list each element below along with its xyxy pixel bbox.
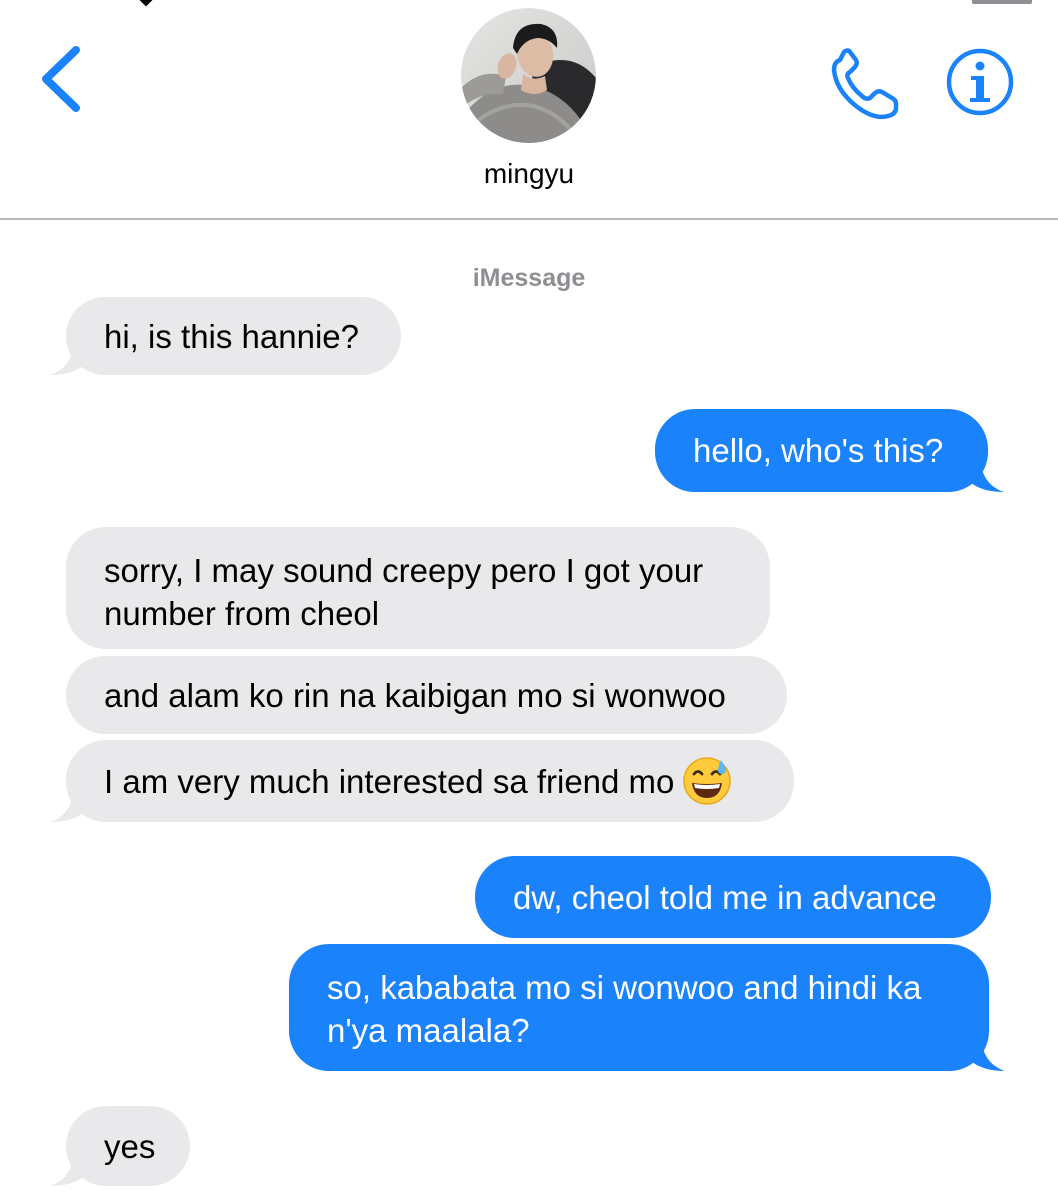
message-bubble-outgoing[interactable]: so, kababata mo si wonwoo and hindi ka n… bbox=[289, 944, 1005, 1071]
bubble-tail bbox=[50, 784, 90, 822]
service-label: iMessage bbox=[472, 264, 586, 292]
call-button[interactable] bbox=[824, 46, 902, 120]
bubble-tail bbox=[50, 337, 90, 375]
message-text: hello, who's this? bbox=[693, 432, 944, 469]
message-text: dw, cheol told me in advance bbox=[513, 879, 937, 916]
message-bubble-incoming[interactable]: yes bbox=[50, 1106, 190, 1186]
status-bar-fragment bbox=[137, 0, 155, 7]
message-bubble-incoming[interactable]: sorry, I may sound creepy pero I got you… bbox=[66, 527, 770, 649]
info-button[interactable] bbox=[944, 46, 1016, 118]
contact-avatar[interactable] bbox=[461, 8, 596, 143]
message-text: and alam ko rin na kaibigan mo si wonwoo bbox=[104, 677, 726, 714]
message-bubble-outgoing[interactable]: dw, cheol told me in advance bbox=[475, 856, 991, 938]
message-bubble-incoming[interactable]: and alam ko rin na kaibigan mo si wonwoo bbox=[66, 656, 787, 734]
conversation-header: mingyu bbox=[0, 0, 1058, 218]
contact-name[interactable]: mingyu bbox=[0, 158, 1058, 190]
back-button[interactable] bbox=[36, 42, 96, 116]
avatar-photo bbox=[461, 8, 596, 143]
bubble-tail bbox=[50, 1148, 90, 1186]
bubble-tail bbox=[965, 1033, 1005, 1071]
message-bubble-incoming[interactable]: hi, is this hannie? bbox=[50, 297, 401, 375]
message-text: I am very much interested sa friend mo bbox=[104, 763, 675, 800]
header-divider bbox=[0, 218, 1058, 220]
status-bar-fragment bbox=[972, 0, 1032, 4]
phone-icon bbox=[831, 48, 899, 120]
bubble-tail bbox=[964, 454, 1004, 492]
message-bubble-outgoing[interactable]: hello, who's this? bbox=[655, 409, 1004, 492]
grinning-sweat-emoji-icon bbox=[683, 757, 732, 806]
info-icon bbox=[946, 48, 1014, 116]
message-text: hi, is this hannie? bbox=[104, 318, 359, 355]
chevron-left-icon bbox=[42, 46, 80, 112]
message-text: so, kababata mo si wonwoo and hindi ka n… bbox=[327, 969, 922, 1049]
message-text: sorry, I may sound creepy pero I got you… bbox=[104, 552, 704, 632]
messages-screen: mingyu iMessage hi, is this hannie? hell… bbox=[0, 0, 1058, 1200]
message-text: yes bbox=[104, 1128, 156, 1165]
message-bubble-incoming[interactable]: I am very much interested sa friend mo bbox=[50, 740, 794, 822]
